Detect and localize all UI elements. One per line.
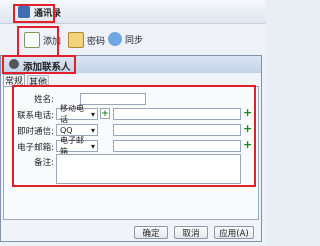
highlight-app-title bbox=[13, 4, 55, 23]
phone-input[interactable] bbox=[113, 108, 241, 120]
cancel-button[interactable]: 取消 bbox=[174, 226, 208, 239]
password-button-label: 密码 bbox=[87, 36, 106, 47]
im-label: 即时通信: bbox=[17, 127, 54, 137]
add-im-row-icon[interactable]: + bbox=[243, 123, 252, 134]
sync-icon bbox=[108, 32, 122, 46]
phone-type-value: 移动电话 bbox=[60, 104, 84, 124]
apply-button[interactable]: 应用(A) bbox=[214, 226, 254, 239]
chevron-down-icon: ▾ bbox=[90, 125, 95, 135]
sync-button-label: 同步 bbox=[125, 35, 144, 46]
note-label: 备注: bbox=[34, 158, 54, 168]
email-input[interactable] bbox=[113, 140, 241, 152]
email-label: 电子邮箱: bbox=[17, 143, 54, 153]
sync-button[interactable]: 同步 bbox=[108, 32, 143, 46]
chevron-down-icon: ▾ bbox=[90, 109, 95, 119]
apply-button-label: 应用(A) bbox=[219, 228, 249, 239]
note-textarea[interactable] bbox=[56, 154, 241, 184]
phone-type-select[interactable]: 移动电话 ▾ bbox=[56, 104, 98, 124]
name-label: 姓名: bbox=[34, 95, 54, 105]
phone-label: 联系电话: bbox=[17, 111, 54, 121]
add-email-row-icon[interactable]: + bbox=[243, 139, 252, 150]
im-input[interactable] bbox=[113, 124, 241, 136]
chevron-down-icon: ▾ bbox=[90, 141, 95, 151]
add-phone-icon[interactable]: + bbox=[100, 108, 110, 119]
lock-icon bbox=[68, 32, 84, 48]
highlight-dialog-title bbox=[2, 55, 76, 74]
im-type-value: QQ bbox=[60, 125, 73, 135]
ok-button-label: 确定 bbox=[142, 228, 160, 239]
password-button[interactable]: 密码 bbox=[68, 32, 105, 48]
email-type-select[interactable]: 电子邮箱 ▾ bbox=[56, 136, 98, 156]
ok-button[interactable]: 确定 bbox=[134, 226, 168, 239]
add-phone-row-icon[interactable]: + bbox=[243, 107, 252, 118]
cancel-button-label: 取消 bbox=[182, 228, 200, 239]
highlight-add-button bbox=[17, 26, 59, 57]
